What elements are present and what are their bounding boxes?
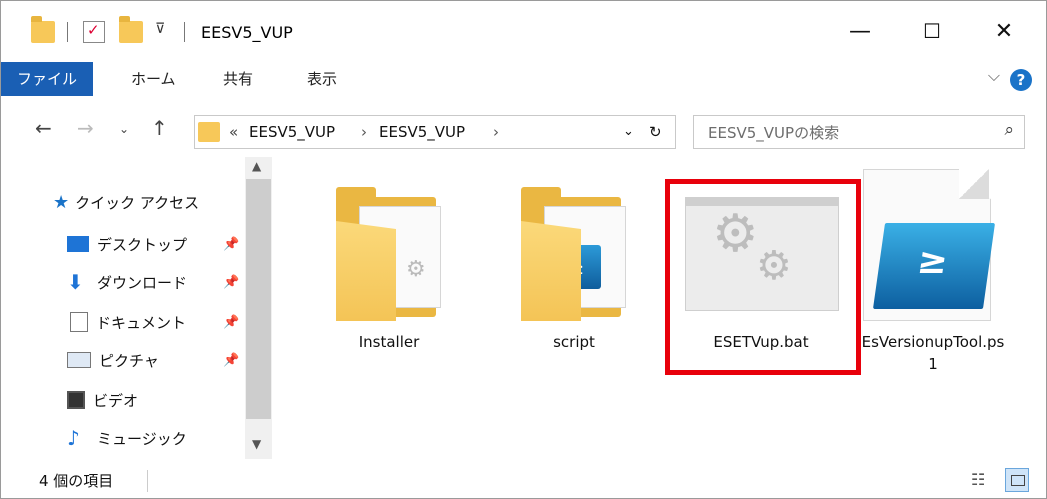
pin-icon[interactable]: 📌 [223, 315, 239, 330]
sidebar-item-label: ダウンロード [97, 273, 188, 292]
folder-front [336, 221, 396, 321]
maximize-button[interactable]: ☐ [905, 9, 959, 53]
explorer-window: ✓ ⊽ EESV5_VUP — ☐ ✕ ファイル ホーム 共有 表示 ⌵ ? ←… [0, 0, 1047, 499]
highlight-box [665, 179, 861, 375]
star-icon: ★ [53, 191, 70, 213]
quick-access-label: クイック アクセス [75, 193, 200, 212]
file-name: EsVersionupTool.ps1 [861, 333, 1005, 373]
sidebar-scrollbar[interactable]: ▲ ▼ [245, 157, 272, 459]
chevron-down-icon[interactable]: ⌄ [623, 124, 634, 139]
gear-icon: ⚙ [406, 257, 426, 282]
tab-home[interactable]: ホーム [131, 62, 176, 96]
scroll-down-icon[interactable]: ▼ [252, 437, 261, 451]
sidebar-item-downloads[interactable]: ⬇ ダウンロード [67, 267, 187, 297]
up-arrow-icon[interactable]: ↑ [151, 116, 168, 140]
help-icon[interactable]: ? [1010, 69, 1032, 91]
view-glyph [1011, 475, 1025, 486]
breadcrumb-overflow[interactable]: « [229, 123, 238, 141]
search-icon[interactable]: ⌕ [1004, 120, 1014, 140]
properties-icon[interactable]: ✓ [83, 21, 105, 43]
chevron-right-icon[interactable]: › [361, 123, 367, 141]
powershell-icon: ≥ [872, 223, 996, 309]
search-input[interactable]: EESV5_VUPの検索 [708, 122, 839, 143]
quick-access[interactable]: ★ クイック アクセス [53, 187, 199, 217]
navigation-bar: ← → ⌄ ↑ « EESV5_VUP › EESV5_VUP › ⌄ ↻ EE… [1, 108, 1046, 154]
title-bar: ✓ ⊽ EESV5_VUP — ☐ ✕ [1, 1, 1046, 61]
search-box[interactable]: EESV5_VUPの検索 ⌕ [693, 115, 1025, 149]
sidebar-item-music[interactable]: ♪ ミュージック [67, 423, 187, 453]
sidebar-item-pictures[interactable]: ピクチャ [67, 345, 159, 375]
refresh-icon[interactable]: ↻ [649, 123, 662, 141]
prompt-glyph: ≥ [914, 241, 951, 282]
customize-quick-access-icon[interactable]: ⊽ [155, 21, 165, 37]
forward-arrow-icon[interactable]: → [77, 116, 94, 140]
scroll-up-icon[interactable]: ▲ [252, 159, 261, 173]
file-name: script [553, 333, 595, 351]
separator [184, 22, 185, 42]
desktop-icon [67, 236, 89, 252]
file-name: Installer [358, 333, 420, 351]
breadcrumb-item[interactable]: EESV5_VUP [249, 123, 335, 141]
separator [147, 470, 148, 492]
pin-icon[interactable]: 📌 [223, 353, 239, 368]
navigation-pane: ★ クイック アクセス デスクトップ 📌 ⬇ ダウンロード 📌 ドキュメント 📌… [1, 155, 273, 461]
sidebar-item-label: ミュージック [97, 429, 187, 448]
folder-front [521, 221, 581, 321]
picture-icon [67, 352, 91, 368]
sidebar-item-label: ピクチャ [99, 351, 159, 370]
separator [67, 22, 68, 42]
scrollbar-thumb[interactable] [246, 179, 271, 419]
video-icon [67, 391, 85, 409]
sidebar-item-label: ドキュメント [96, 313, 187, 332]
download-icon: ⬇ [67, 270, 84, 294]
address-bar[interactable]: « EESV5_VUP › EESV5_VUP › ⌄ ↻ [194, 115, 676, 149]
sidebar-item-desktop[interactable]: デスクトップ [67, 229, 187, 259]
large-icons-view-icon[interactable] [1005, 468, 1029, 492]
tab-file[interactable]: ファイル [1, 62, 93, 96]
tab-share[interactable]: 共有 [223, 62, 253, 96]
details-view-icon[interactable]: ☷ [971, 468, 995, 492]
back-arrow-icon[interactable]: ← [35, 116, 52, 140]
recent-locations-icon[interactable]: ⌄ [119, 122, 129, 136]
item-count: 4 個の項目 [39, 472, 114, 490]
minimize-button[interactable]: — [833, 9, 887, 53]
new-folder-icon[interactable] [119, 16, 143, 43]
page-fold [959, 169, 989, 199]
sidebar-item-label: ビデオ [93, 391, 139, 410]
tab-view[interactable]: 表示 [307, 62, 337, 96]
pin-icon[interactable]: 📌 [223, 237, 239, 252]
breadcrumb-item[interactable]: EESV5_VUP [379, 123, 465, 141]
ribbon: ファイル ホーム 共有 表示 ⌵ ? [1, 62, 1046, 102]
document-icon [70, 312, 88, 332]
music-icon: ♪ [67, 426, 80, 450]
sidebar-item-videos[interactable]: ビデオ [67, 385, 138, 415]
folder-icon [198, 122, 220, 142]
expand-ribbon-icon[interactable]: ⌵ [988, 66, 1000, 86]
sidebar-item-documents[interactable]: ドキュメント [67, 307, 186, 337]
window-title: EESV5_VUP [201, 23, 293, 42]
chevron-right-icon[interactable]: › [493, 123, 499, 141]
close-button[interactable]: ✕ [977, 9, 1031, 53]
pin-icon[interactable]: 📌 [223, 275, 239, 290]
status-bar: 4 個の項目 ☷ [1, 464, 1046, 498]
sidebar-item-label: デスクトップ [97, 235, 188, 254]
folder-icon[interactable] [31, 16, 55, 43]
